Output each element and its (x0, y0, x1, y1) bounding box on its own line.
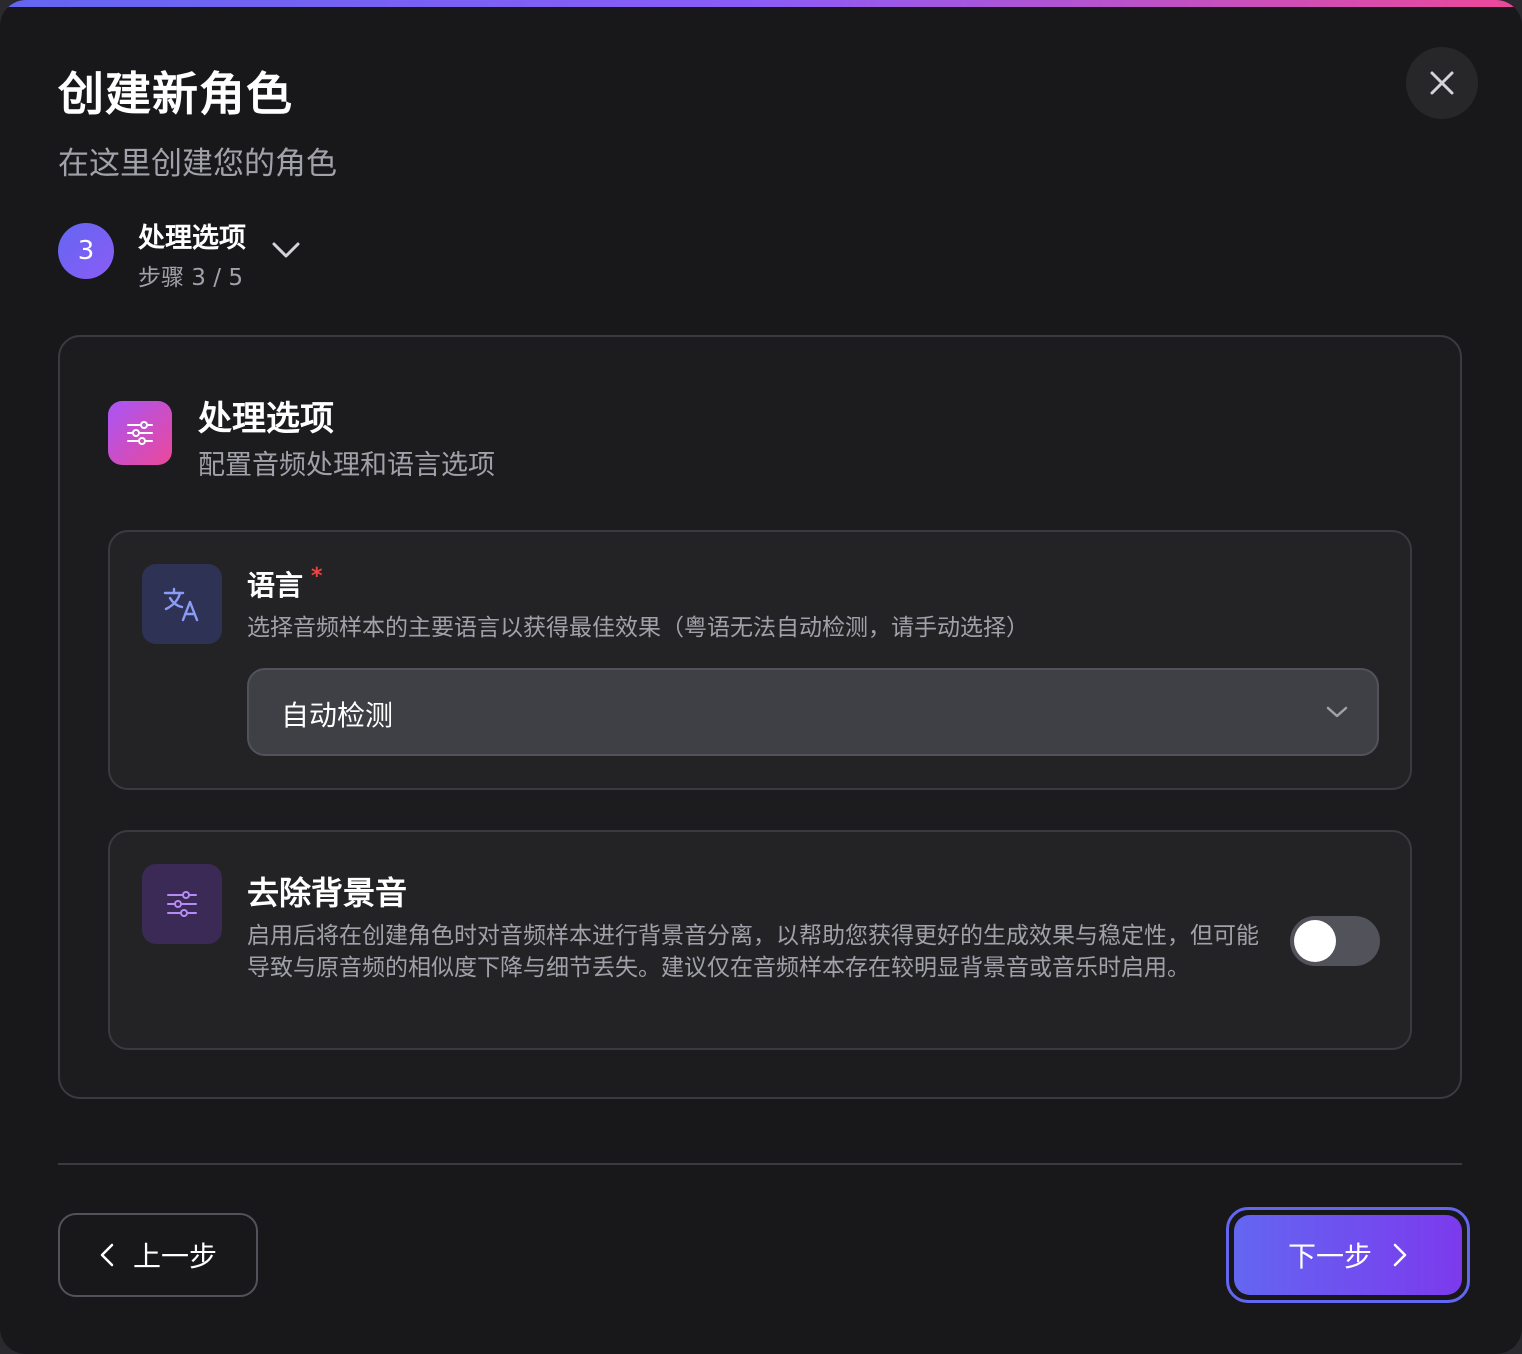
dialog-title: 创建新角色 (58, 67, 293, 121)
background-removal-toggle[interactable] (1290, 916, 1380, 966)
toggle-knob (1294, 920, 1336, 962)
language-title: 语言 * (247, 564, 323, 604)
language-select[interactable]: 自动检测 (247, 668, 1379, 756)
translate-icon (142, 564, 222, 644)
sliders-icon (108, 401, 172, 465)
close-button[interactable] (1406, 47, 1478, 119)
next-step-button[interactable]: 下一步 (1226, 1207, 1470, 1303)
processing-options-panel: 处理选项 配置音频处理和语言选项 语言 * 选择音频样本的主要语言以获得最佳效果… (58, 335, 1462, 1099)
background-removal-card: 去除背景音 启用后将在创建角色时对音频样本进行背景音分离，以帮助您获得更好的生成… (108, 830, 1412, 1050)
chevron-down-icon[interactable] (270, 236, 302, 264)
background-removal-description: 启用后将在创建角色时对音频样本进行背景音分离，以帮助您获得更好的生成效果与稳定性… (247, 923, 1259, 981)
panel-title: 处理选项 (198, 399, 334, 439)
language-title-text: 语言 (247, 569, 304, 602)
prev-step-label: 上一步 (132, 1240, 217, 1273)
language-card: 语言 * 选择音频样本的主要语言以获得最佳效果（粤语无法自动检测，请手动选择） 自… (108, 530, 1412, 790)
language-select-value: 自动检测 (281, 699, 394, 732)
background-removal-title: 去除背景音 (247, 874, 408, 912)
next-step-button-inner: 下一步 (1234, 1215, 1462, 1295)
chevron-down-icon (1326, 706, 1348, 718)
chevron-left-icon (100, 1243, 114, 1267)
close-icon (1430, 71, 1454, 95)
step-count: 步骤 3 / 5 (138, 265, 243, 291)
accent-bar (0, 0, 1522, 7)
step-title[interactable]: 处理选项 (138, 216, 246, 255)
next-step-label: 下一步 (1287, 1240, 1372, 1273)
dialog-subtitle: 在这里创建您的角色 (58, 146, 337, 182)
sliders-icon (142, 864, 222, 944)
step-number-badge: 3 (58, 223, 114, 279)
footer-divider (58, 1163, 1462, 1165)
chevron-right-icon (1393, 1243, 1407, 1267)
required-mark: * (311, 564, 323, 589)
language-description: 选择音频样本的主要语言以获得最佳效果（粤语无法自动检测，请手动选择） (247, 615, 1029, 641)
create-role-dialog: 创建新角色 在这里创建您的角色 3 处理选项 步骤 3 / 5 处理选项 配置音… (0, 0, 1522, 1354)
prev-step-button[interactable]: 上一步 (58, 1213, 258, 1297)
panel-description: 配置音频处理和语言选项 (198, 450, 495, 481)
